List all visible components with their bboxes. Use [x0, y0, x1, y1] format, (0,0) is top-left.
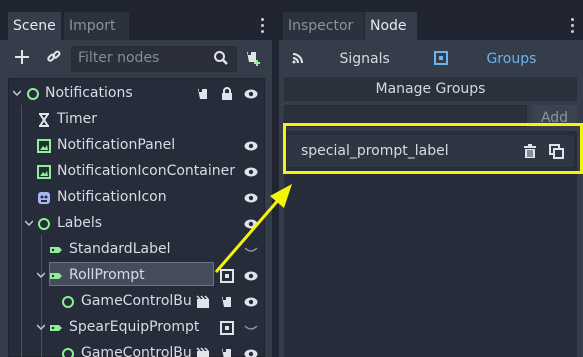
callout-arrow [214, 184, 292, 273]
